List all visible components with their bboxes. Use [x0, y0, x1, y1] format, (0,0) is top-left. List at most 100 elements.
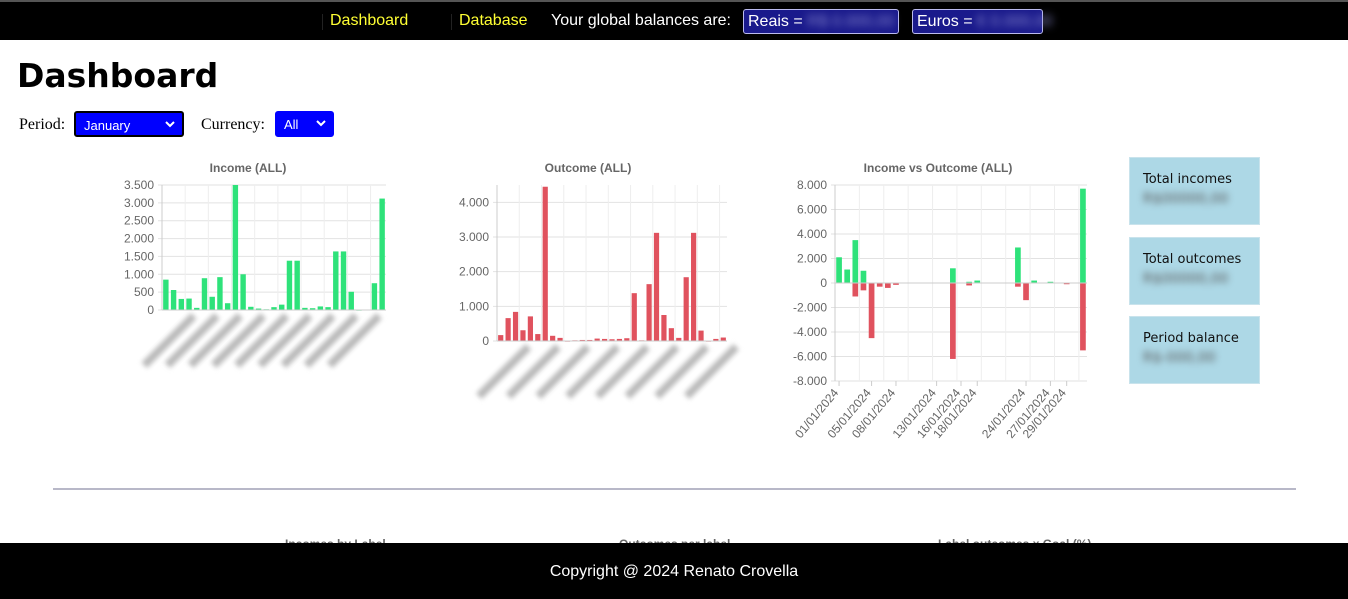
period-selected-value: January	[84, 118, 131, 133]
bar	[950, 283, 956, 359]
bar	[340, 251, 347, 310]
y-tick-label: 3.500	[124, 178, 154, 192]
bar	[852, 283, 859, 297]
page-title: Dashboard	[17, 56, 219, 95]
euros-balance-box: Euros = € 0.000,00	[912, 9, 1053, 34]
y-tick-label: 3.000	[124, 196, 154, 210]
global-balances-label: Your global balances are:	[551, 12, 731, 29]
currency-select[interactable]: All	[275, 111, 334, 137]
bar	[163, 279, 169, 310]
redacted-x-label	[624, 343, 680, 400]
period-label: Period:	[19, 116, 66, 133]
y-tick-label: -6.000	[793, 350, 827, 364]
income-vs-outcome-chart-title: Income vs Outcome (ALL)	[863, 161, 1013, 175]
y-tick-label: 2.000	[124, 232, 154, 246]
redacted-x-label	[683, 343, 740, 400]
bar	[279, 304, 285, 310]
y-tick-label: 2.000	[459, 265, 489, 279]
y-tick-label: 8.000	[797, 178, 827, 192]
bar	[527, 316, 533, 341]
bar	[505, 318, 511, 341]
y-tick-label: 4.000	[797, 227, 827, 241]
bar	[224, 303, 231, 310]
income-chart: 0 500 1.000 1.500 2.000 2.500 3.000 3.500	[124, 178, 386, 369]
bar	[852, 240, 859, 283]
chevron-down-icon	[165, 121, 175, 128]
redacted-x-label	[654, 343, 710, 400]
euros-label: Euros =	[917, 13, 973, 30]
reais-balance-box: Reais = R$ 0.000,00	[743, 9, 899, 34]
y-tick-label: 4.000	[459, 195, 489, 209]
chevron-down-icon	[316, 120, 326, 127]
bar	[333, 251, 339, 310]
bar	[550, 335, 556, 341]
nav-separator	[322, 14, 323, 30]
total-outcomes-value: R$00000,00	[1143, 271, 1229, 287]
bar	[535, 334, 541, 341]
y-tick-label: 1.500	[124, 249, 154, 263]
bar	[653, 232, 660, 341]
redacted-x-label	[594, 343, 650, 400]
income-chart-title: Income (ALL)	[209, 161, 287, 175]
reais-label: Reais =	[748, 13, 803, 30]
y-tick-label: 0	[820, 276, 827, 290]
bar	[646, 284, 652, 341]
bar	[1023, 283, 1029, 301]
y-tick-label: 1.000	[459, 299, 489, 313]
y-tick-label: -8.000	[793, 374, 827, 388]
bar	[217, 277, 223, 310]
bar	[209, 296, 215, 310]
bar	[720, 337, 726, 341]
period-balance-card: Period balance R$-000,00	[1129, 316, 1260, 384]
period-balance-value: R$-000,00	[1143, 350, 1216, 366]
redacted-x-label	[476, 343, 532, 400]
bar	[498, 335, 504, 341]
bar	[286, 260, 293, 310]
bar	[170, 290, 177, 310]
bar	[371, 283, 378, 310]
bar	[860, 270, 867, 283]
bar	[178, 298, 185, 310]
y-tick-label: 6.000	[797, 203, 827, 217]
nav-link-database[interactable]: Database	[459, 12, 528, 30]
total-outcomes-label: Total outcomes	[1143, 252, 1242, 267]
nav-link-dashboard[interactable]: Dashboard	[330, 12, 408, 30]
footer: Copyright @ 2024 Renato Crovella	[0, 543, 1348, 599]
reais-value: R$ 0.000,00	[807, 13, 895, 30]
bar	[698, 330, 704, 341]
section-divider	[53, 488, 1296, 490]
bar	[186, 298, 192, 310]
bar	[950, 268, 956, 283]
y-tick-label: 0	[147, 303, 154, 317]
y-tick-label: 1.000	[124, 267, 154, 281]
bar	[683, 277, 689, 341]
bar	[691, 232, 697, 341]
bar	[520, 330, 526, 341]
redacted-x-label	[535, 343, 591, 400]
bar	[661, 315, 667, 341]
bar	[884, 283, 891, 288]
y-tick-label: 2.000	[797, 252, 827, 266]
bar	[201, 278, 208, 310]
top-nav-bar: Dashboard Database Your global balances …	[0, 0, 1348, 40]
y-tick-label: -4.000	[793, 325, 827, 339]
bar	[294, 260, 300, 310]
total-incomes-card: Total incomes R$00000,00	[1129, 157, 1260, 225]
outcome-chart-title: Outcome (ALL)	[544, 161, 632, 175]
outcome-chart: 0 1.000 2.000 3.000 4.000	[459, 185, 740, 400]
bar	[379, 198, 385, 310]
copyright-text: Copyright @ 2024 Renato Crovella	[549, 563, 799, 580]
y-tick-label: -2.000	[793, 301, 827, 315]
total-incomes-value: R$00000,00	[1143, 191, 1229, 207]
bar	[317, 306, 324, 310]
bar	[1080, 283, 1086, 351]
bar	[240, 274, 246, 310]
y-tick-label: 2.500	[124, 214, 154, 228]
redacted-x-label	[505, 343, 561, 400]
total-incomes-label: Total incomes	[1143, 172, 1232, 187]
period-select[interactable]: January	[74, 111, 184, 137]
bar	[668, 328, 674, 341]
income-vs-outcome-chart: -8.000 -6.000 -4.000 -2.000 0 2.000 4.000 6.000…	[792, 178, 1087, 441]
bar	[232, 185, 239, 310]
bar	[1015, 247, 1021, 283]
